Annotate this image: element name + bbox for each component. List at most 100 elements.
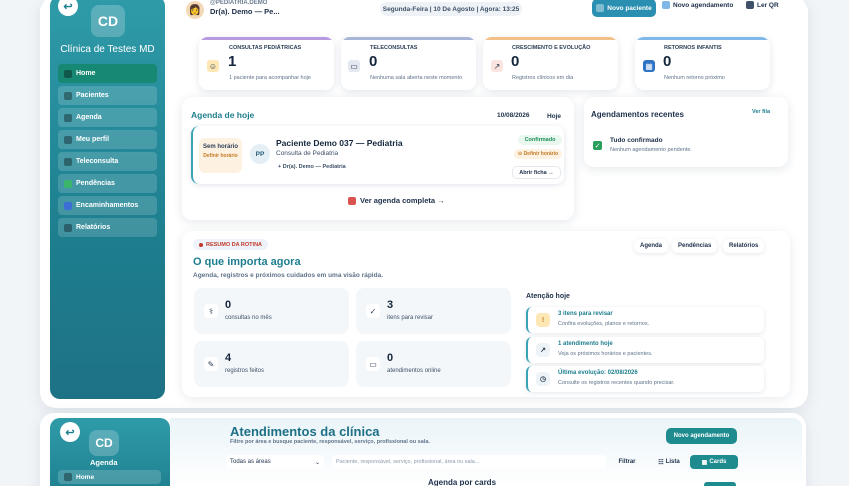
cards-action-button[interactable] <box>704 482 736 486</box>
full-agenda-link[interactable]: Ver agenda completa → <box>348 196 445 205</box>
calendar-icon <box>64 113 72 122</box>
sidebar-item-label: Teleconsulta <box>76 158 119 165</box>
user-avatar[interactable]: 👩 <box>186 1 204 19</box>
new-patient-button[interactable]: Novo paciente <box>592 0 656 17</box>
page-title: Atendimentos da clínica <box>230 424 380 439</box>
stat-title: TELECONSULTAS <box>370 45 418 51</box>
metric-card[interactable]: ▭ 0 atendimentos online <box>356 341 511 387</box>
clinic-name: Clínica de Testes MD <box>60 44 155 55</box>
attention-sub: Confira evoluções, planos e retornos. <box>558 321 650 327</box>
attention-item[interactable]: ! 3 itens para revisar Confira evoluções… <box>526 307 764 333</box>
read-qr-button[interactable]: Ler QR <box>746 1 779 9</box>
patient-avatar: PP <box>250 144 270 164</box>
open-record-button[interactable]: Abrir ficha → <box>512 166 561 179</box>
metric-card[interactable]: ⚕ 0 consultas no mês <box>194 288 349 334</box>
recent-status: Tudo confirmado <box>610 137 663 144</box>
page-subtitle: Filtre por área e busque paciente, respo… <box>230 439 430 445</box>
calendar-icon <box>662 1 670 9</box>
metric-card[interactable]: ✓ 3 itens para revisar <box>356 288 511 334</box>
metric-card[interactable]: ✎ 4 registros feitos <box>194 341 349 387</box>
stat-title: CRESCIMENTO E EVOLUÇÃO <box>512 45 591 51</box>
sidebar-item-home[interactable]: Home <box>58 470 161 484</box>
new-appointment-button[interactable]: Novo agendamento <box>662 1 733 9</box>
stat-accent-bar <box>199 37 334 40</box>
cards-view-button[interactable]: ▦ Cards <box>690 455 738 469</box>
stat-value: 0 <box>369 53 378 70</box>
stat-accent-bar <box>483 37 618 40</box>
view-queue-button[interactable]: Ver fila <box>752 109 770 115</box>
attention-sub: Consulte os registros recentes quando pr… <box>558 380 675 386</box>
sidebar-item-label: Home <box>76 70 96 77</box>
filter-button[interactable]: Filtrar <box>613 455 641 469</box>
sidebar-item-label: Encaminhamentos <box>76 202 139 209</box>
metric-label: atendimentos online <box>387 368 441 374</box>
sidebar-item-relatorios[interactable]: Relatórios <box>58 218 157 237</box>
recent-substatus: Nenhum agendamento pendente. <box>610 147 692 153</box>
home-icon <box>64 473 72 481</box>
sidebar-item-pendencias[interactable]: Pendências <box>58 174 157 193</box>
sidebar-item-label: Pacientes <box>76 92 109 99</box>
clock-icon: ◷ <box>536 372 550 386</box>
sidebar-item-agenda[interactable]: Agenda <box>58 108 157 127</box>
sidebar-item-meu-perfil[interactable]: Meu perfil <box>58 130 157 149</box>
sidebar-item-label: Home <box>76 473 95 481</box>
tab-pendencias[interactable]: Pendências <box>672 239 718 253</box>
recent-title: Agendamentos recentes <box>591 110 684 119</box>
metric-value: 0 <box>225 299 232 311</box>
stat-value: 0 <box>663 53 672 70</box>
list-view-button[interactable]: ☷ Lista <box>653 455 685 469</box>
report-icon <box>64 223 72 232</box>
sidebar-item-label: Pendências <box>76 180 115 187</box>
cards-icon: ▦ <box>701 459 708 466</box>
stat-desc: Registros clínicos em dia <box>512 75 574 81</box>
attention-sub: Veja os próximos horários e pacientes. <box>558 351 653 357</box>
full-agenda-label: Ver agenda completa → <box>360 196 445 205</box>
pediatric-icon: ☺ <box>207 60 219 72</box>
stat-title: CONSULTAS PEDIÁTRICAS <box>229 45 302 51</box>
list-icon: ☷ <box>658 459 664 466</box>
notes-icon: ✎ <box>204 357 218 371</box>
area-select[interactable]: Todas as áreas ⌄ <box>226 455 324 469</box>
sidebar-item-pacientes[interactable]: Pacientes <box>58 86 157 105</box>
home-icon <box>64 69 72 78</box>
attention-item[interactable]: ◷ Última evolução: 02/08/2026 Consulte o… <box>526 366 764 392</box>
sidebar-item-home[interactable]: Home <box>58 64 157 83</box>
calendar-icon <box>348 196 356 205</box>
referral-icon <box>64 201 72 210</box>
attention-main: Última evolução: 02/08/2026 <box>558 370 638 376</box>
agenda-date: 10/08/2026 <box>497 112 530 119</box>
sidebar-item-teleconsulta[interactable]: Teleconsulta <box>58 152 157 171</box>
search-input[interactable]: Paciente, responsável, serviço, profissi… <box>332 455 606 469</box>
cards-section-title: Agenda por cards <box>428 478 497 486</box>
patient-name: Paciente Demo 037 — Pediatria <box>276 138 403 148</box>
attention-item[interactable]: ↗ 1 atendimento hoje Veja os próximos ho… <box>526 337 764 363</box>
today-button[interactable]: Hoje <box>544 110 564 122</box>
user-icon <box>64 135 72 144</box>
stat-desc: Nenhuma sala aberta neste momento <box>370 75 463 81</box>
laptop-icon: ▭ <box>348 60 360 72</box>
video-icon <box>64 157 72 166</box>
sidebar-item-encaminhamentos[interactable]: Encaminhamentos <box>58 196 157 215</box>
app-logo-icon[interactable]: ↩ <box>60 422 80 442</box>
read-qr-label: Ler QR <box>757 1 779 9</box>
patients-icon <box>64 91 72 100</box>
attention-main: 1 atendimento hoje <box>558 341 613 347</box>
attention-title: Atenção hoje <box>526 293 570 300</box>
appointment-time[interactable]: Sem horário Definir horário <box>199 138 242 173</box>
sidebar-item-label: Meu perfil <box>76 136 110 143</box>
stat-accent-bar <box>635 37 770 40</box>
define-time-badge[interactable]: ⊙ Definir horário <box>514 149 562 159</box>
new-appointment-button[interactable]: Novo agendamento <box>666 428 737 444</box>
appointment-row[interactable] <box>191 126 564 184</box>
routine-title: O que importa agora <box>193 256 301 268</box>
tab-relatorios[interactable]: Relatórios <box>723 239 765 253</box>
routine-tag: RESUMO DA ROTINA <box>193 239 269 250</box>
tab-agenda[interactable]: Agenda <box>634 239 669 253</box>
dot-icon <box>199 242 203 247</box>
routine-subtitle: Agenda, registros e próximos cuidados em… <box>193 272 384 279</box>
agenda-title: Agenda de hoje <box>191 110 255 120</box>
section-label: Agenda <box>90 458 118 467</box>
metric-value: 4 <box>225 352 232 364</box>
add-user-icon <box>596 4 605 12</box>
recent-appointments-card <box>584 97 788 167</box>
